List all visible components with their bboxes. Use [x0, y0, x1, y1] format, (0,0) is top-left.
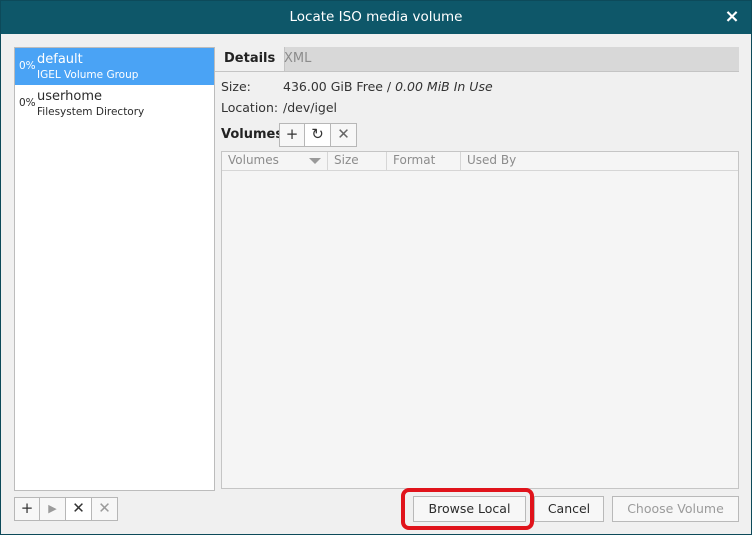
refresh-icon[interactable]: ↻: [305, 123, 331, 147]
cancel-button[interactable]: Cancel: [534, 496, 604, 522]
title-bar: Locate ISO media volume ×: [1, 1, 751, 34]
column-header-used-by[interactable]: Used By: [460, 152, 738, 170]
pool-name: userhome: [37, 89, 102, 104]
tab-xml[interactable]: XML: [275, 47, 320, 71]
pool-type: Filesystem Directory: [37, 106, 145, 118]
volumes-table: Volumes Size Format Used By: [221, 151, 739, 489]
add-volume-button[interactable]: +: [279, 123, 305, 147]
size-in-use: 0.00 MiB In Use: [395, 79, 493, 94]
sort-descending-icon: [309, 158, 321, 164]
volumes-heading: Volumes: [221, 127, 284, 142]
window-title: Locate ISO media volume: [289, 9, 463, 25]
pool-list: 0% default IGEL Volume Group 0% userhome…: [14, 47, 215, 491]
start-pool-button[interactable]: ▶: [40, 497, 66, 521]
column-header-size[interactable]: Size: [327, 152, 386, 170]
size-free: 436.00 GiB Free /: [283, 79, 396, 94]
pool-item-userhome[interactable]: 0% userhome Filesystem Directory: [15, 85, 214, 122]
column-header-volumes[interactable]: Volumes: [222, 152, 327, 170]
column-label: Volumes: [228, 153, 279, 167]
pool-item-default[interactable]: 0% default IGEL Volume Group: [15, 48, 214, 85]
dialog-window: Locate ISO media volume × 0% default IGE…: [0, 0, 752, 535]
pool-usage-percent: 0%: [19, 97, 36, 109]
location-value: /dev/igel: [283, 100, 338, 115]
pool-type: IGEL Volume Group: [37, 69, 139, 81]
volumes-table-header: Volumes Size Format Used By: [222, 152, 738, 171]
location-label: Location:: [221, 100, 279, 115]
close-icon[interactable]: ×: [721, 6, 743, 28]
size-value: 436.00 GiB Free / 0.00 MiB In Use: [283, 79, 493, 94]
add-pool-button[interactable]: +: [14, 497, 40, 521]
column-header-format[interactable]: Format: [386, 152, 460, 170]
tab-bar: Details XML: [215, 47, 739, 72]
highlight-box: [401, 488, 534, 530]
stop-pool-button[interactable]: ✕: [66, 497, 92, 521]
choose-volume-button[interactable]: Choose Volume: [612, 496, 739, 522]
delete-volume-button[interactable]: ✕: [331, 123, 357, 147]
size-label: Size:: [221, 79, 251, 94]
pool-usage-percent: 0%: [19, 60, 36, 72]
delete-pool-button[interactable]: ✕: [92, 497, 118, 521]
pool-name: default: [37, 52, 83, 67]
